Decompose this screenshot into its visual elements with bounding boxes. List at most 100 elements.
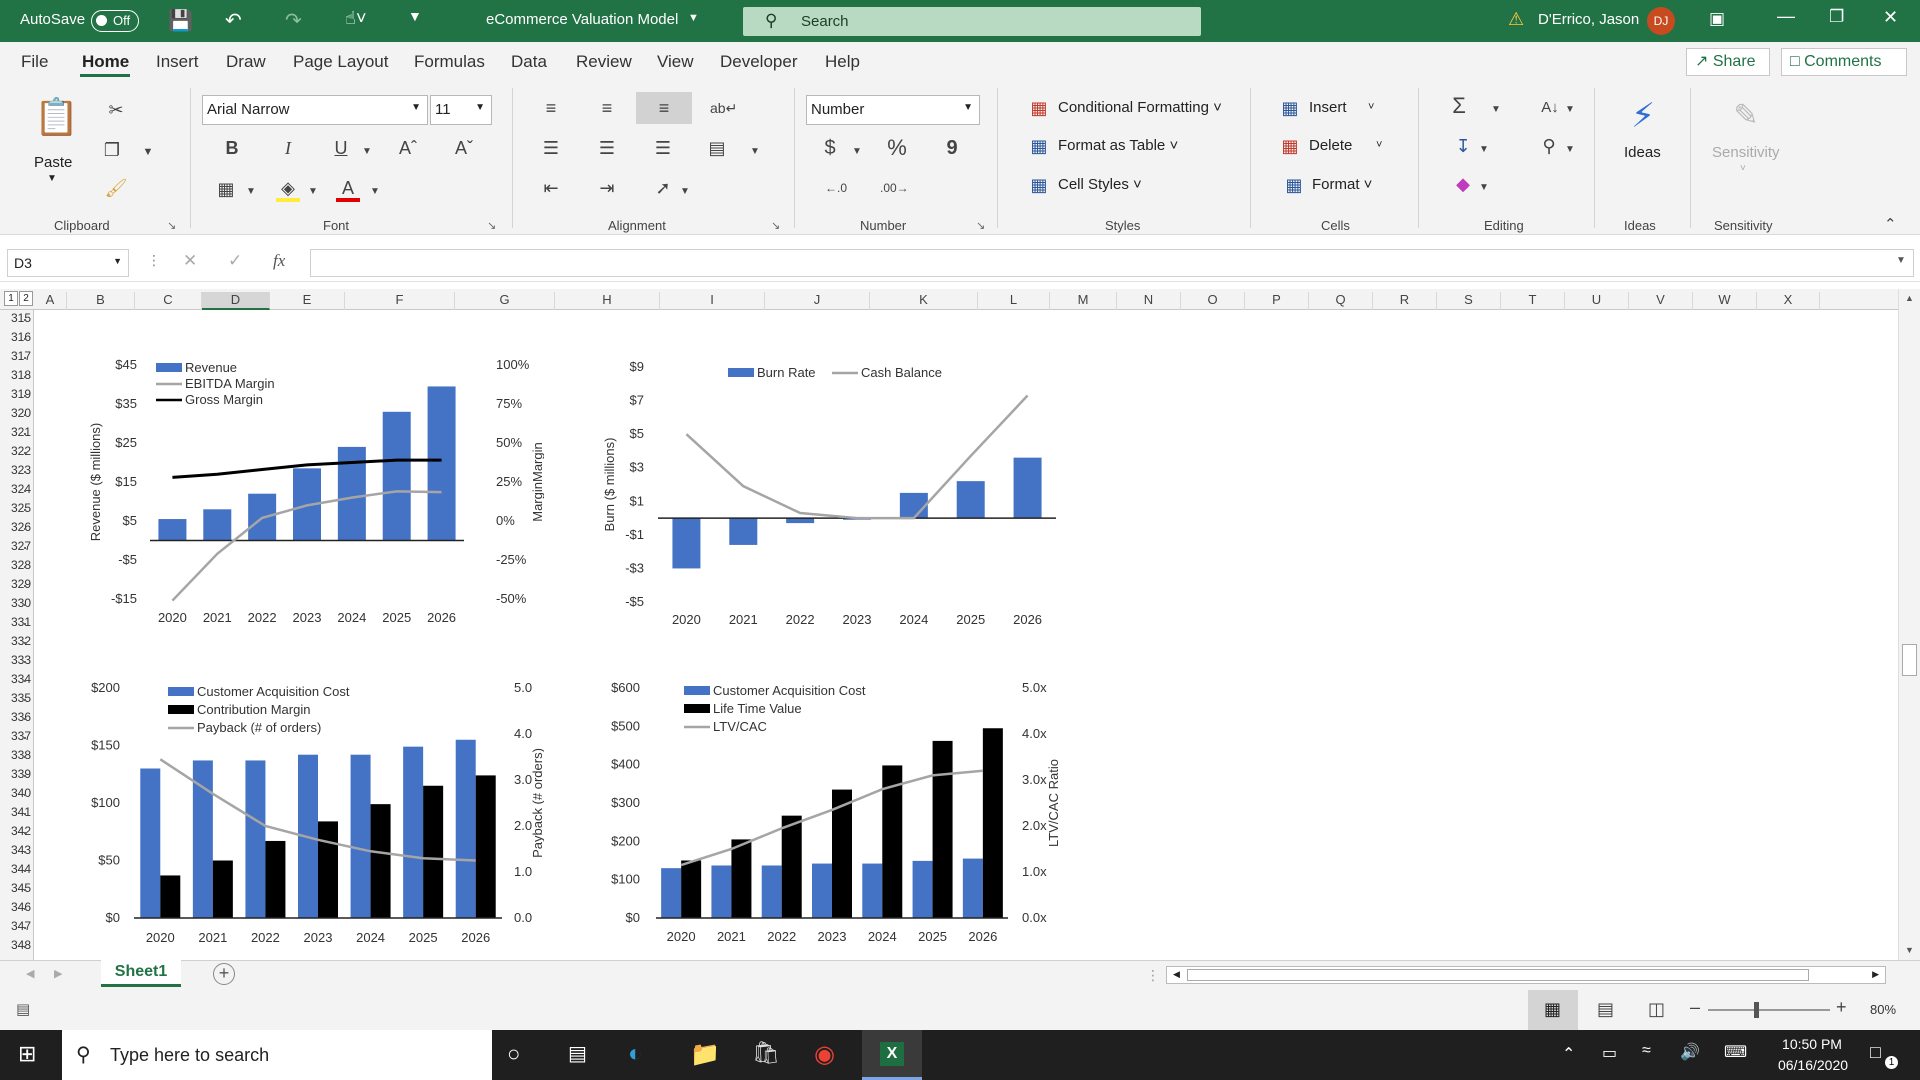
- tab-insert[interactable]: Insert: [156, 52, 199, 72]
- zoom-level[interactable]: 80%: [1870, 1002, 1896, 1017]
- tab-review[interactable]: Review: [576, 52, 632, 72]
- conditional-formatting-icon[interactable]: ▦: [1027, 96, 1051, 120]
- dialog-launcher-icon[interactable]: ↘: [976, 219, 985, 232]
- row-header[interactable]: 326: [6, 520, 34, 534]
- outline-level-1-button[interactable]: 1: [4, 291, 18, 306]
- row-header[interactable]: 321: [6, 425, 34, 439]
- row-header[interactable]: 343: [6, 843, 34, 857]
- volume-icon[interactable]: 🔊: [1680, 1042, 1700, 1062]
- increase-decimal-icon[interactable]: ←.0: [822, 176, 850, 200]
- add-sheet-button[interactable]: +: [213, 963, 235, 985]
- find-select-icon[interactable]: ⚲: [1536, 134, 1562, 158]
- autosum-icon[interactable]: Σ: [1446, 94, 1472, 118]
- font-color-icon[interactable]: A: [336, 176, 360, 202]
- row-header[interactable]: 331: [6, 615, 34, 629]
- tab-formulas[interactable]: Formulas: [414, 52, 485, 72]
- format-as-table-button[interactable]: Format as Table ˅: [1058, 137, 1178, 154]
- column-header-r[interactable]: R: [1373, 292, 1437, 310]
- clock-time[interactable]: 10:50 PM: [1776, 1036, 1848, 1052]
- underline-button[interactable]: U: [329, 136, 353, 160]
- autosave-toggle[interactable]: Off: [91, 10, 139, 32]
- align-middle-icon[interactable]: ≡: [594, 96, 620, 120]
- undo-icon[interactable]: ↶: [225, 8, 242, 33]
- find-dropdown-icon[interactable]: ▼: [1564, 138, 1576, 162]
- taskbar-search[interactable]: ⚲ Type here to search: [62, 1030, 492, 1080]
- column-header-e[interactable]: E: [270, 292, 345, 310]
- search-box[interactable]: ⚲ Search: [743, 7, 1201, 36]
- dialog-launcher-icon[interactable]: ↘: [771, 219, 780, 232]
- cut-icon[interactable]: ✂: [104, 98, 128, 122]
- horizontal-scroll-thumb[interactable]: [1187, 969, 1809, 981]
- row-header[interactable]: 327: [6, 539, 34, 553]
- column-header-b[interactable]: B: [67, 292, 135, 310]
- save-icon[interactable]: 💾: [168, 8, 193, 33]
- touch-mode-icon[interactable]: ☝˅: [345, 8, 366, 29]
- zoom-out-button[interactable]: –: [1690, 997, 1700, 1018]
- tab-data[interactable]: Data: [511, 52, 547, 72]
- comments-button[interactable]: □ Comments: [1781, 48, 1907, 76]
- scroll-thumb[interactable]: [1902, 644, 1917, 676]
- tab-draw[interactable]: Draw: [226, 52, 266, 72]
- expand-formula-icon[interactable]: ▼: [1896, 255, 1906, 266]
- chart-ltv-cac[interactable]: $600 $500 $400 $300 $200 $100 $0 5.0x 4.0x 3.0x 2.…: [600, 670, 1070, 955]
- row-header[interactable]: 346: [6, 900, 34, 914]
- format-table-icon[interactable]: ▦: [1027, 134, 1051, 158]
- chevron-down-icon[interactable]: ▼: [688, 12, 699, 24]
- zoom-slider[interactable]: [1708, 1009, 1830, 1011]
- row-header[interactable]: 325: [6, 501, 34, 515]
- row-header[interactable]: 315: [6, 311, 34, 325]
- row-header[interactable]: 344: [6, 862, 34, 876]
- column-header-p[interactable]: P: [1245, 292, 1309, 310]
- zoom-in-button[interactable]: +: [1836, 997, 1847, 1018]
- orientation-dropdown-icon[interactable]: ▼: [678, 180, 692, 204]
- insert-function-button[interactable]: fx: [273, 251, 285, 271]
- row-header[interactable]: 345: [6, 881, 34, 895]
- fill-color-icon[interactable]: ◈: [276, 176, 300, 202]
- copy-icon[interactable]: ❐: [100, 138, 124, 162]
- align-top-icon[interactable]: ≡: [538, 96, 564, 120]
- orientation-icon[interactable]: ➚: [650, 176, 676, 200]
- font-name-select[interactable]: Arial Narrow ▼: [202, 95, 428, 125]
- row-header[interactable]: 330: [6, 596, 34, 610]
- formula-input[interactable]: [310, 249, 1914, 277]
- notification-icon[interactable]: □: [1870, 1042, 1881, 1063]
- tab-file[interactable]: File: [21, 52, 48, 72]
- cancel-icon[interactable]: ✕: [183, 251, 197, 271]
- scroll-right-icon[interactable]: ▶: [1872, 969, 1879, 980]
- store-icon[interactable]: 🛍: [752, 1040, 780, 1066]
- row-header[interactable]: 316: [6, 330, 34, 344]
- currency-button[interactable]: $: [818, 136, 842, 160]
- column-header-i[interactable]: I: [660, 292, 765, 310]
- sheet-tab[interactable]: Sheet1: [101, 960, 181, 987]
- chart-burn-rate[interactable]: $9 $7 $5 $3 $1 -$1 -$3 -$5 Burn ($ millions) 2020…: [600, 348, 1070, 638]
- column-header-v[interactable]: V: [1629, 292, 1693, 310]
- row-header[interactable]: 333: [6, 653, 34, 667]
- currency-dropdown-icon[interactable]: ▼: [850, 140, 864, 164]
- font-color-dropdown-icon[interactable]: ▼: [368, 180, 382, 204]
- format-cells-icon[interactable]: ▦: [1282, 173, 1306, 197]
- row-header[interactable]: 338: [6, 748, 34, 762]
- ideas-button[interactable]: Ideas: [1624, 144, 1661, 161]
- cell-styles-button[interactable]: Cell Styles ˅: [1058, 176, 1142, 193]
- column-header-n[interactable]: N: [1117, 292, 1181, 310]
- row-header[interactable]: 317: [6, 349, 34, 363]
- insert-cells-button[interactable]: Insert: [1309, 99, 1347, 116]
- column-header-q[interactable]: Q: [1309, 292, 1373, 310]
- number-format-select[interactable]: Number ▼: [806, 95, 980, 125]
- format-cells-button[interactable]: Format ˅: [1312, 176, 1372, 193]
- insert-dropdown-icon[interactable]: ˅: [1368, 101, 1374, 113]
- merge-center-icon[interactable]: ▤: [704, 136, 730, 160]
- sort-filter-icon[interactable]: A↓: [1536, 96, 1564, 120]
- paste-button[interactable]: Paste: [34, 154, 72, 171]
- scroll-left-icon[interactable]: ◀: [1173, 969, 1180, 980]
- column-header-l[interactable]: L: [978, 292, 1050, 310]
- battery-icon[interactable]: ▭: [1602, 1043, 1617, 1063]
- row-header[interactable]: 335: [6, 691, 34, 705]
- edge-icon[interactable]: ◐: [628, 1040, 643, 1068]
- delete-cells-button[interactable]: Delete: [1309, 137, 1352, 154]
- paste-dropdown-icon[interactable]: ▼: [47, 173, 57, 184]
- autosum-dropdown-icon[interactable]: ▼: [1490, 98, 1502, 122]
- fill-icon[interactable]: ↧: [1450, 134, 1476, 158]
- row-header[interactable]: 334: [6, 672, 34, 686]
- restore-icon[interactable]: ❐: [1829, 7, 1844, 27]
